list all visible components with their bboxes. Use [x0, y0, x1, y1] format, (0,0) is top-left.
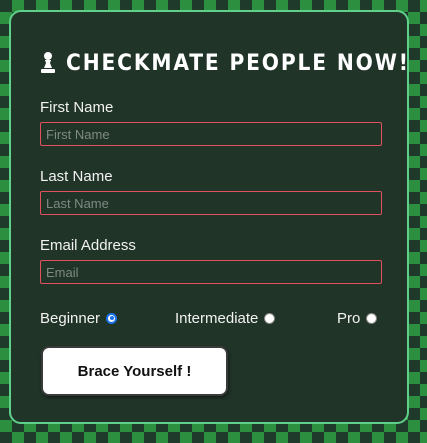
signup-card: CHECKMATE PEOPLE NOW! First Name Last Na… [9, 10, 409, 424]
level-option-intermediate[interactable]: Intermediate [175, 307, 276, 329]
level-label-pro: Pro [337, 309, 361, 327]
page-title: CHECKMATE PEOPLE NOW! [66, 50, 410, 76]
chess-pawn-icon [39, 51, 57, 75]
radio-pro[interactable] [366, 312, 378, 324]
email-input[interactable] [40, 260, 382, 284]
first-name-label: First Name [40, 99, 114, 116]
level-label-beginner: Beginner [40, 309, 101, 327]
first-name-input[interactable] [40, 122, 382, 146]
level-option-pro[interactable]: Pro [337, 307, 378, 329]
radio-intermediate[interactable] [264, 312, 276, 324]
level-option-beginner[interactable]: Beginner [40, 307, 118, 329]
level-label-intermediate: Intermediate [175, 309, 259, 327]
last-name-label: Last Name [40, 168, 113, 185]
radio-beginner[interactable] [106, 312, 118, 324]
last-name-input[interactable] [40, 191, 382, 215]
email-label: Email Address [40, 237, 136, 254]
submit-button[interactable]: Brace Yourself ! [41, 346, 228, 396]
title-row: CHECKMATE PEOPLE NOW! [39, 48, 427, 78]
